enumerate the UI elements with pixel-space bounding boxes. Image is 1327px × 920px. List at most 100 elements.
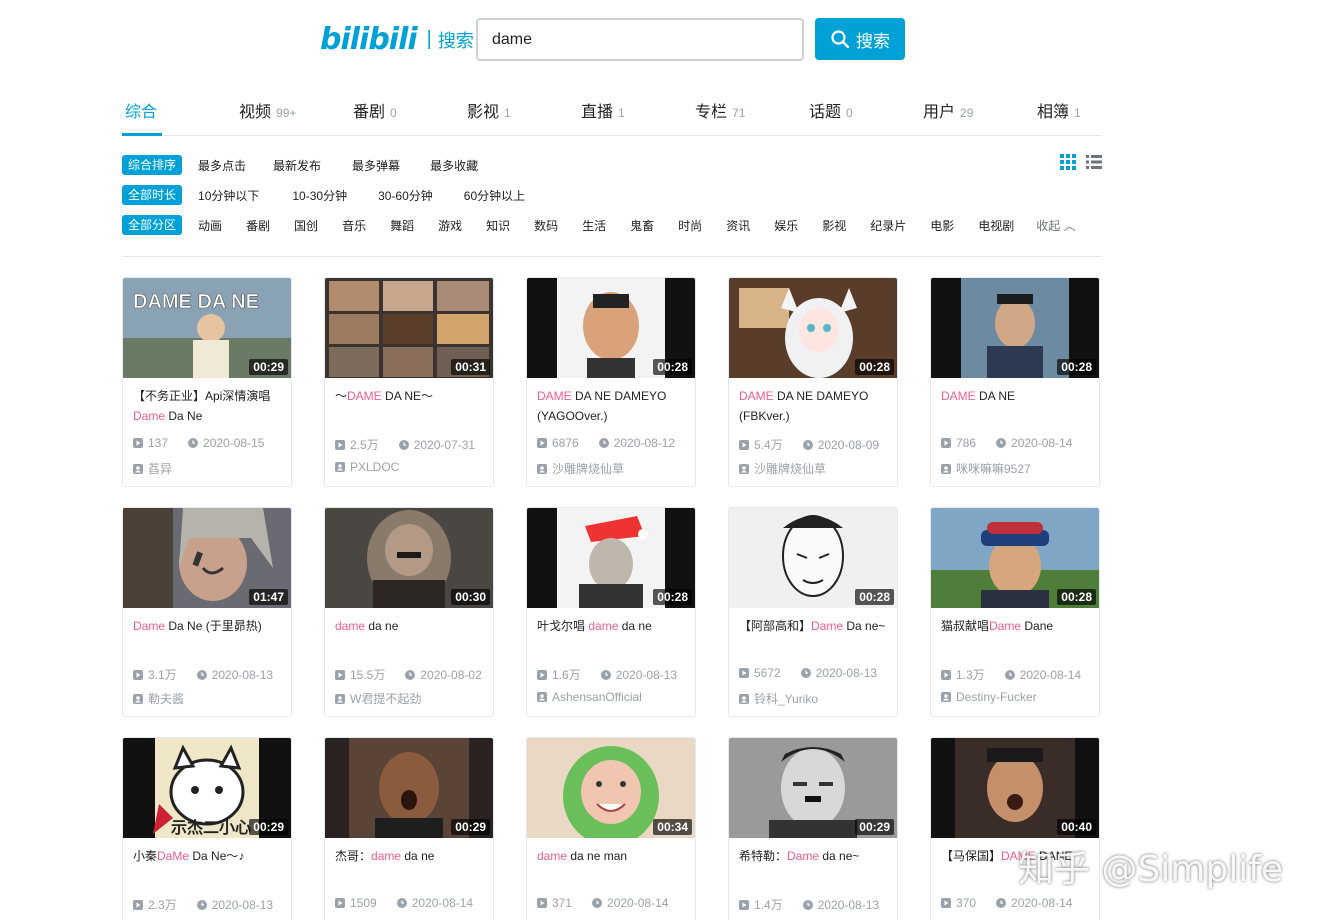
bilibili-logo[interactable]: bilibili | 搜索: [320, 22, 474, 57]
duration-filter-item[interactable]: 10-30分钟: [292, 187, 347, 204]
tab-album[interactable]: 相簿 1: [1037, 98, 1081, 122]
zone-filter-item[interactable]: 影视: [822, 217, 846, 234]
video-card[interactable]: 00:40 【马保国】DAME DANE 370 2020-08-14: [930, 737, 1100, 920]
video-title[interactable]: DAME DA NE DAMEYO (YAGOOver.): [537, 386, 687, 426]
video-card[interactable]: 00:28 猫叔献唱Dame Dane 1.3万 2020-08-14 Destiny-…: [930, 507, 1100, 717]
list-view-icon[interactable]: [1086, 154, 1102, 170]
video-title[interactable]: 叶戈尔唱 dame da ne: [537, 616, 687, 656]
video-card[interactable]: 00:28 DAME DA NE DAMEYO (YAGOOver.) 6876 20…: [526, 277, 696, 487]
video-duration: 00:29: [451, 819, 490, 835]
duration-filter-item[interactable]: 30-60分钟: [378, 187, 433, 204]
uploader[interactable]: 萏异: [133, 460, 172, 477]
zone-filter-item[interactable]: 音乐: [342, 217, 366, 234]
zone-filter-item[interactable]: 时尚: [678, 217, 702, 234]
video-thumbnail[interactable]: 00:28: [527, 278, 695, 378]
zone-filter-item[interactable]: 知识: [486, 217, 510, 234]
video-card[interactable]: 示杰二小心 00:29 小秦DaMe Da Ne～♪ 2.3万 2020-08-13: [122, 737, 292, 920]
video-card[interactable]: 00:28 叶戈尔唱 dame da ne 1.6万 2020-08-13 Ashens…: [526, 507, 696, 717]
tab-topic[interactable]: 话题 0: [809, 98, 853, 122]
video-thumbnail[interactable]: 00:28: [527, 508, 695, 608]
order-filter-item[interactable]: 最多弹幕: [352, 157, 400, 174]
duration-filter-item[interactable]: 60分钟以上: [464, 187, 525, 204]
video-thumbnail[interactable]: 00:34: [527, 738, 695, 838]
video-card[interactable]: 00:29 杰哥：dame da ne 1509 2020-08-14: [324, 737, 494, 920]
video-card[interactable]: 00:31 ～DAME DA NE～ 2.5万 2020-07-31 PXLDOC: [324, 277, 494, 487]
uploader[interactable]: PXLDOC: [335, 460, 399, 474]
zone-filter-item[interactable]: 电影: [930, 217, 954, 234]
video-title[interactable]: Dame Da Ne (于里昴热): [133, 616, 283, 656]
video-thumbnail[interactable]: DAME DA NE 00:29: [123, 278, 291, 378]
video-card[interactable]: 00:29 希特勒：Dame da ne~ 1.4万 2020-08-13: [728, 737, 898, 920]
video-thumbnail[interactable]: 00:29: [729, 738, 897, 838]
uploader[interactable]: 铃科_Yuriko: [739, 690, 818, 707]
video-thumbnail[interactable]: 00:28: [931, 508, 1099, 608]
collapse-toggle[interactable]: 收起 ︿: [1036, 217, 1075, 234]
video-thumbnail[interactable]: 00:40: [931, 738, 1099, 838]
zone-filter-item[interactable]: 生活: [582, 217, 606, 234]
zone-filter-item[interactable]: 番剧: [246, 217, 270, 234]
video-title[interactable]: dame da ne: [335, 616, 485, 656]
search-button[interactable]: 搜索: [815, 18, 905, 60]
order-filter-active[interactable]: 综合排序: [122, 155, 183, 175]
video-title[interactable]: 【阿部高和】Dame Da ne~: [739, 616, 889, 656]
tab-all[interactable]: 综合: [125, 98, 157, 122]
video-thumbnail[interactable]: 00:28: [729, 508, 897, 608]
zone-filter-active[interactable]: 全部分区: [122, 215, 183, 235]
uploader-icon: [133, 693, 143, 704]
video-card[interactable]: 01:47 Dame Da Ne (于里昴热) 3.1万 2020-08-13 勒夫酱: [122, 507, 292, 717]
duration-filter-active[interactable]: 全部时长: [122, 185, 183, 205]
video-card[interactable]: 00:28 DAME DA NE 786 2020-08-14 咪咪嘛嘛9527: [930, 277, 1100, 487]
video-thumbnail[interactable]: 01:47: [123, 508, 291, 608]
grid-view-icon[interactable]: [1060, 154, 1076, 170]
zone-filter-item[interactable]: 娱乐: [774, 217, 798, 234]
tab-video[interactable]: 视频 99+: [239, 98, 296, 122]
video-title[interactable]: 猫叔献唱Dame Dane: [941, 616, 1091, 656]
uploader[interactable]: 沙雕牌烧仙草: [739, 460, 826, 477]
video-thumbnail[interactable]: 00:28: [729, 278, 897, 378]
uploader[interactable]: AshensanOfficial: [537, 690, 642, 704]
video-title[interactable]: dame da ne man: [537, 846, 687, 886]
zone-filter-item[interactable]: 数码: [534, 217, 558, 234]
zone-filter-item[interactable]: 动画: [198, 217, 222, 234]
uploader[interactable]: 沙雕牌烧仙草: [537, 460, 624, 477]
video-title[interactable]: DAME DA NE DAMEYO (FBKver.): [739, 386, 889, 426]
video-thumbnail[interactable]: 00:28: [931, 278, 1099, 378]
video-card[interactable]: 00:28 DAME DA NE DAMEYO (FBKver.) 5.4万 2020…: [728, 277, 898, 487]
zone-filter-item[interactable]: 舞蹈: [390, 217, 414, 234]
zone-filter-item[interactable]: 电视剧: [978, 217, 1014, 234]
video-card[interactable]: DAME DA NE 00:29 【不务正业】Api深情演唱Dame Da Ne 13…: [122, 277, 292, 487]
tab-user[interactable]: 用户 29: [923, 98, 973, 122]
tab-film[interactable]: 影视 1: [467, 98, 511, 122]
zone-filter-item[interactable]: 鬼畜: [630, 217, 654, 234]
tab-article[interactable]: 专栏 71: [695, 98, 745, 122]
order-filter-item[interactable]: 最多收藏: [430, 157, 478, 174]
video-thumbnail[interactable]: 00:29: [325, 738, 493, 838]
uploader[interactable]: 咪咪嘛嘛9527: [941, 460, 1031, 477]
video-thumbnail[interactable]: 示杰二小心 00:29: [123, 738, 291, 838]
video-card[interactable]: 00:28 【阿部高和】Dame Da ne~ 5672 2020-08-13 铃科_Y…: [728, 507, 898, 717]
uploader[interactable]: 勒夫酱: [133, 690, 184, 707]
zone-filter-item[interactable]: 资讯: [726, 217, 750, 234]
video-duration: 00:28: [1057, 589, 1096, 605]
uploader[interactable]: Destiny-Fucker: [941, 690, 1037, 704]
duration-filter-item[interactable]: 10分钟以下: [198, 187, 259, 204]
video-title[interactable]: 小秦DaMe Da Ne～♪: [133, 846, 283, 886]
order-filter-item[interactable]: 最新发布: [273, 157, 321, 174]
video-title[interactable]: ～DAME DA NE～: [335, 386, 485, 426]
tab-live[interactable]: 直播 1: [581, 98, 625, 122]
zone-filter-item[interactable]: 游戏: [438, 217, 462, 234]
video-title[interactable]: DAME DA NE: [941, 386, 1091, 426]
video-title[interactable]: 希特勒：Dame da ne~: [739, 846, 889, 886]
video-thumbnail[interactable]: 00:30: [325, 508, 493, 608]
video-card[interactable]: 00:30 dame da ne 15.5万 2020-08-02 W君提不起劲: [324, 507, 494, 717]
zone-filter-item[interactable]: 国创: [294, 217, 318, 234]
tab-bangumi[interactable]: 番剧 0: [353, 98, 397, 122]
video-card[interactable]: 00:34 dame da ne man 371 2020-08-14: [526, 737, 696, 920]
zone-filter-item[interactable]: 纪录片: [870, 217, 906, 234]
uploader[interactable]: W君提不起劲: [335, 690, 421, 707]
video-title[interactable]: 【不务正业】Api深情演唱Dame Da Ne: [133, 386, 283, 426]
video-thumbnail[interactable]: 00:31: [325, 278, 493, 378]
order-filter-item[interactable]: 最多点击: [198, 157, 246, 174]
search-input[interactable]: dame: [476, 18, 804, 61]
video-title[interactable]: 杰哥：dame da ne: [335, 846, 485, 886]
